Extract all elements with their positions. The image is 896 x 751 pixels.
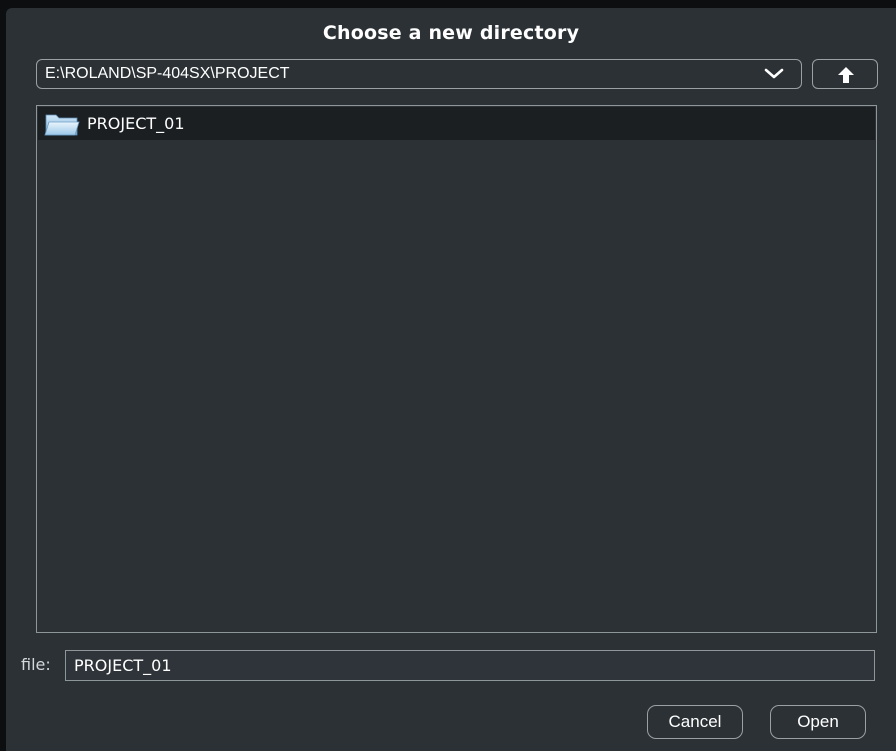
path-dropdown-value: E:\ROLAND\SP-404SX\PROJECT	[45, 65, 290, 82]
list-item[interactable]: PROJECT_01	[38, 107, 875, 140]
file-field-label: file:	[21, 655, 51, 674]
open-button[interactable]: Open	[770, 705, 866, 739]
file-name-input[interactable]	[65, 650, 875, 681]
chevron-down-icon[interactable]	[763, 67, 785, 81]
arrow-up-icon	[838, 67, 854, 83]
cancel-button[interactable]: Cancel	[647, 705, 743, 739]
dialog-title: Choose a new directory	[322, 22, 580, 44]
parent-directory-button[interactable]	[812, 59, 878, 89]
folder-icon	[44, 114, 80, 136]
path-dropdown[interactable]: E:\ROLAND\SP-404SX\PROJECT	[36, 59, 802, 89]
list-item-label: PROJECT_01	[87, 114, 185, 133]
directory-chooser-dialog: Choose a new directory E:\ROLAND\SP-404S…	[6, 8, 896, 751]
directory-list[interactable]: PROJECT_01	[36, 105, 877, 633]
